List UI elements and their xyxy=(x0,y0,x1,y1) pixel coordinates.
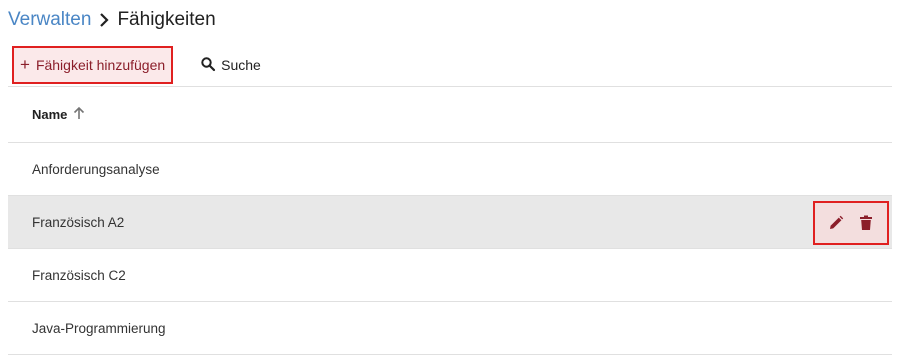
toolbar: + Fähigkeit hinzufügen Suche xyxy=(12,46,261,84)
add-skill-label: Fähigkeit hinzufügen xyxy=(35,57,166,73)
chevron-right-icon xyxy=(97,12,111,28)
column-header-label: Name xyxy=(32,107,68,122)
page-title: Fähigkeiten xyxy=(117,9,216,30)
table-row[interactable]: Anforderungsanalyse xyxy=(8,143,892,196)
trash-icon[interactable] xyxy=(855,212,877,234)
pencil-icon[interactable] xyxy=(825,212,847,234)
skill-name: Französisch C2 xyxy=(32,267,126,283)
search-label: Suche xyxy=(221,57,261,73)
breadcrumb-link-verwalten[interactable]: Verwalten xyxy=(8,9,91,31)
skill-name: Anforderungsanalyse xyxy=(32,161,160,177)
table-row[interactable]: Java-Programmierung xyxy=(8,302,892,355)
table-header: Name xyxy=(8,87,892,143)
arrow-up-icon xyxy=(73,106,85,123)
table-row[interactable]: Französisch A2 xyxy=(8,196,892,249)
table-row[interactable]: Französisch C2 xyxy=(8,249,892,302)
skills-table: Name Anforderungsanalyse Französisch A2 … xyxy=(8,86,892,355)
skill-name: Französisch A2 xyxy=(32,214,125,230)
column-header-name[interactable]: Name xyxy=(32,106,85,123)
skill-name: Java-Programmierung xyxy=(32,320,166,336)
row-actions xyxy=(813,201,889,245)
search-icon xyxy=(200,56,216,75)
breadcrumb: Verwalten Fähigkeiten xyxy=(8,6,216,34)
add-skill-button[interactable]: + Fähigkeit hinzufügen xyxy=(12,46,174,84)
plus-icon: + xyxy=(20,55,30,74)
search-button[interactable]: Suche xyxy=(200,56,261,75)
